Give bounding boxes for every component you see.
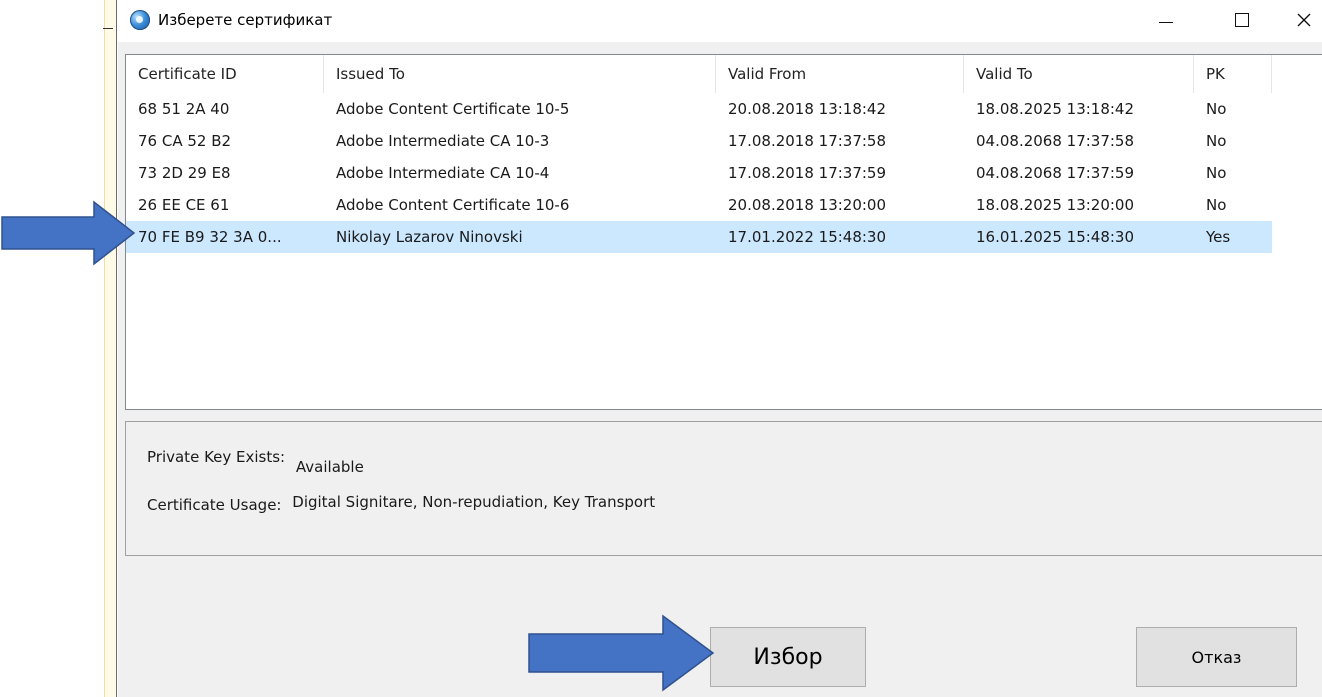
table-row[interactable]: 26 EE CE 61 Adobe Content Certificate 10…	[126, 189, 1272, 221]
certificate-globe-icon	[130, 10, 150, 30]
certificate-usage-value: Digital Signitare, Non-repudiation, Key …	[292, 493, 656, 511]
annotation-arrow-row	[1, 200, 136, 266]
minimize-button[interactable]	[1134, 0, 1198, 40]
private-key-line: Private Key Exists: Available	[147, 448, 364, 476]
close-button[interactable]	[1286, 0, 1322, 40]
column-header-valid-from[interactable]: Valid From	[716, 55, 964, 93]
background-tick	[103, 28, 113, 29]
list-rows: 68 51 2A 40 Adobe Content Certificate 10…	[126, 93, 1322, 253]
cell-valid-from: 17.01.2022 15:48:30	[728, 228, 887, 246]
table-row[interactable]: 68 51 2A 40 Adobe Content Certificate 10…	[126, 93, 1272, 125]
column-header-valid-to[interactable]: Valid To	[964, 55, 1194, 93]
cell-certificate-id: 68 51 2A 40	[138, 100, 230, 118]
cell-certificate-id: 73 2D 29 E8	[138, 164, 231, 182]
private-key-label: Private Key Exists:	[147, 448, 286, 466]
cell-issued-to: Adobe Content Certificate 10-6	[336, 196, 570, 214]
cell-pk: Yes	[1206, 228, 1231, 246]
cell-pk: No	[1206, 164, 1227, 182]
certificate-list[interactable]: Certificate ID Issued To Valid From Vali…	[125, 54, 1322, 410]
cell-valid-from: 20.08.2018 13:20:00	[728, 196, 887, 214]
title-bar[interactable]: Изберете сертификат	[118, 0, 1322, 42]
background-app	[0, 0, 118, 697]
table-row[interactable]: 76 CA 52 B2 Adobe Intermediate CA 10-3 1…	[126, 125, 1272, 157]
cell-valid-to: 18.08.2025 13:20:00	[976, 196, 1135, 214]
cell-certificate-id: 76 CA 52 B2	[138, 132, 232, 150]
cancel-button[interactable]: Отказ	[1136, 627, 1297, 687]
cell-valid-from: 17.08.2018 17:37:58	[728, 132, 887, 150]
cell-issued-to: Adobe Intermediate CA 10-4	[336, 164, 550, 182]
private-key-value: Available	[295, 458, 364, 476]
table-row-selected[interactable]: 70 FE B9 32 3A 0... Nikolay Lazarov Nino…	[126, 221, 1272, 253]
cell-issued-to: Adobe Content Certificate 10-5	[336, 100, 570, 118]
screen: Изберете сертификат Certificate ID Issue…	[0, 0, 1322, 697]
cell-valid-to: 04.08.2068 17:37:59	[976, 164, 1135, 182]
annotation-arrow-button	[528, 614, 715, 692]
maximize-button[interactable]	[1210, 0, 1274, 40]
select-button[interactable]: Избор	[710, 627, 866, 687]
window-title: Изберете сертификат	[158, 11, 333, 29]
cell-certificate-id: 70 FE B9 32 3A 0...	[138, 228, 282, 246]
close-icon	[1297, 13, 1311, 27]
maximize-icon	[1235, 13, 1249, 27]
minimize-icon	[1159, 21, 1173, 23]
column-header-issued-to[interactable]: Issued To	[324, 55, 716, 93]
cell-valid-to: 04.08.2068 17:37:58	[976, 132, 1135, 150]
cell-valid-to: 18.08.2025 13:18:42	[976, 100, 1135, 118]
certificate-usage-label: Certificate Usage:	[147, 496, 282, 514]
list-header: Certificate ID Issued To Valid From Vali…	[126, 55, 1322, 93]
cell-valid-from: 20.08.2018 13:18:42	[728, 100, 887, 118]
table-row[interactable]: 73 2D 29 E8 Adobe Intermediate CA 10-4 1…	[126, 157, 1272, 189]
window-border	[116, 0, 117, 697]
cell-pk: No	[1206, 196, 1227, 214]
certificate-details-panel: Private Key Exists: Available Certificat…	[125, 421, 1322, 556]
cell-valid-from: 17.08.2018 17:37:59	[728, 164, 887, 182]
cell-pk: No	[1206, 132, 1227, 150]
cell-valid-to: 16.01.2025 15:48:30	[976, 228, 1135, 246]
select-certificate-dialog: Изберете сертификат Certificate ID Issue…	[118, 0, 1322, 697]
cell-issued-to: Nikolay Lazarov Ninovski	[336, 228, 523, 246]
cell-pk: No	[1206, 100, 1227, 118]
column-header-pk[interactable]: PK	[1194, 55, 1272, 93]
cell-issued-to: Adobe Intermediate CA 10-3	[336, 132, 550, 150]
certificate-usage-line: Certificate Usage: Digital Signitare, No…	[147, 493, 656, 514]
column-header-certificate-id[interactable]: Certificate ID	[126, 55, 324, 93]
cell-certificate-id: 26 EE CE 61	[138, 196, 230, 214]
